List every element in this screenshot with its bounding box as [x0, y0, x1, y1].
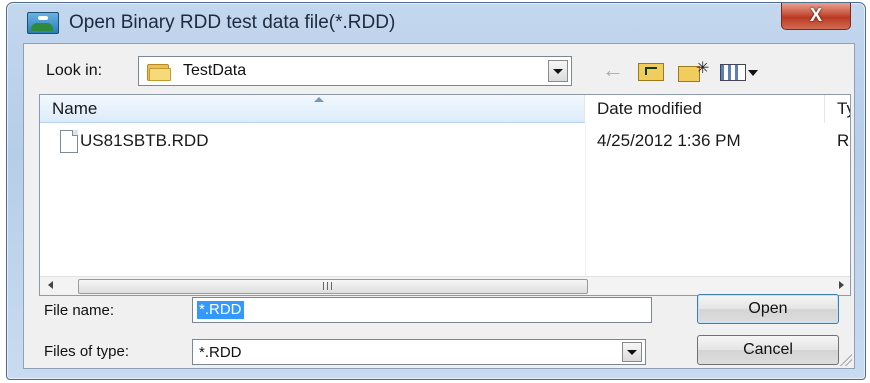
file-date-cell: 4/25/2012 1:36 PM	[597, 131, 741, 150]
grip-icon	[323, 282, 337, 290]
dialog-title: Open Binary RDD test data file(*.RDD)	[69, 12, 396, 33]
lookin-dropdown[interactable]: TestData	[138, 56, 572, 86]
file-name-label: File name:	[44, 302, 115, 319]
column-header-date-modified[interactable]: Date modified	[585, 95, 825, 123]
horizontal-scrollbar[interactable]	[40, 276, 850, 295]
up-one-level-icon[interactable]	[638, 60, 664, 82]
landscape-icon	[27, 12, 59, 34]
folder-icon	[147, 61, 171, 81]
chevron-down-icon[interactable]	[548, 60, 568, 82]
title-bar[interactable]: Open Binary RDD test data file(*.RDD) X	[7, 3, 865, 43]
scroll-left-icon[interactable]	[48, 281, 53, 289]
file-name-value: *.RDD	[197, 301, 244, 319]
open-file-dialog: Open Binary RDD test data file(*.RDD) X …	[6, 2, 866, 380]
view-menu-icon[interactable]	[720, 60, 764, 82]
resize-grip-icon[interactable]	[840, 354, 852, 366]
file-type-dropdown[interactable]: *.RDD	[192, 339, 646, 365]
file-type-value: *.RDD	[199, 344, 242, 361]
file-name-cell: US81SBTB.RDD	[80, 131, 209, 150]
dialog-body: Look in: TestData ← ✳ Name Date modified…	[23, 43, 855, 369]
file-list[interactable]: Name Date modified Ty US81SBTB.RDD 4/25/…	[39, 94, 851, 296]
new-folder-icon[interactable]: ✳	[678, 60, 709, 82]
cancel-button[interactable]: Cancel	[697, 335, 839, 365]
file-type-cell: RI	[837, 131, 850, 150]
scroll-right-icon[interactable]	[839, 281, 844, 289]
back-arrow-icon[interactable]: ←	[602, 59, 626, 82]
file-type-label: Files of type:	[44, 343, 130, 360]
lookin-value: TestData	[183, 62, 247, 79]
open-button[interactable]: Open	[697, 294, 839, 324]
file-name-input[interactable]: *.RDD	[192, 297, 652, 323]
scroll-thumb[interactable]	[78, 279, 588, 294]
chevron-down-icon[interactable]	[622, 342, 642, 362]
sort-up-icon	[314, 97, 324, 102]
close-button[interactable]: X	[781, 3, 851, 30]
file-row[interactable]: US81SBTB.RDD 4/25/2012 1:36 PM RI	[40, 127, 850, 153]
list-header: Name Date modified Ty	[40, 95, 850, 123]
column-header-name[interactable]: Name	[40, 95, 585, 123]
document-icon	[60, 130, 78, 153]
column-header-type[interactable]: Ty	[825, 95, 850, 123]
lookin-label: Look in:	[46, 62, 103, 79]
